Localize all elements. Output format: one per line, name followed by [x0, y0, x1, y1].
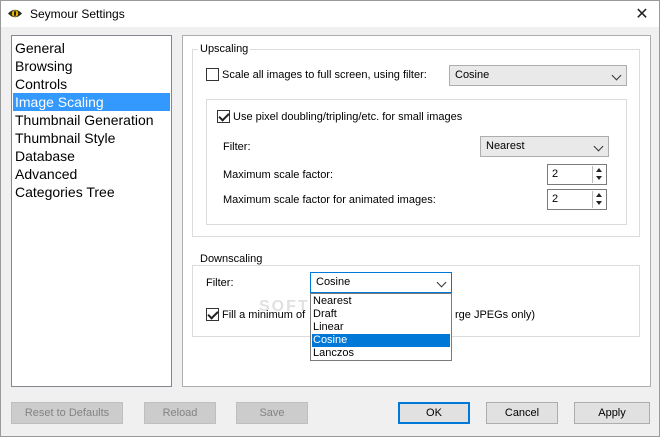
chevron-down-icon	[611, 70, 622, 81]
downscaling-group-title: Downscaling	[198, 253, 265, 265]
stepper-up-icon[interactable]	[593, 166, 605, 174]
chevron-down-icon	[593, 141, 604, 152]
stepper-buttons	[592, 166, 605, 183]
chevron-down-icon	[436, 277, 447, 288]
dropdown-option-lanczos[interactable]: Lanczos	[312, 347, 450, 360]
downscaling-filter-select[interactable]: Cosine	[310, 272, 452, 293]
downscaling-filter-dropdown[interactable]: Nearest Draft Linear Cosine Lanczos	[310, 293, 452, 361]
pixel-filter-label: Filter:	[223, 141, 251, 153]
settings-window: Seymour Settings ✕ General Browsing Cont…	[0, 0, 660, 437]
dropdown-option-nearest[interactable]: Nearest	[312, 295, 450, 308]
upscaling-filter-select[interactable]: Cosine	[449, 65, 627, 86]
sidebar-item-controls[interactable]: Controls	[13, 75, 170, 93]
max-scale-animated-stepper[interactable]: 2	[547, 189, 607, 210]
apply-button[interactable]: Apply	[574, 402, 650, 424]
scale-all-label: Scale all images to full screen, using f…	[222, 69, 427, 81]
dropdown-option-draft[interactable]: Draft	[312, 308, 450, 321]
max-scale-label: Maximum scale factor:	[223, 169, 334, 181]
pixel-filter-value: Nearest	[486, 140, 525, 152]
sidebar-item-browsing[interactable]: Browsing	[13, 57, 170, 75]
downscaling-filter-value: Cosine	[316, 276, 351, 288]
stepper-down-icon[interactable]	[593, 174, 605, 182]
save-button[interactable]: Save	[236, 402, 308, 424]
stepper-up-icon[interactable]	[593, 191, 605, 199]
fill-minimum-checkbox[interactable]	[206, 308, 219, 321]
close-icon[interactable]: ✕	[625, 1, 659, 27]
fill-minimum-label-end: rge JPEGs only)	[455, 309, 536, 321]
pixel-doubling-checkbox[interactable]	[217, 110, 230, 123]
dropdown-option-cosine[interactable]: Cosine	[312, 334, 450, 347]
dropdown-option-linear[interactable]: Linear	[312, 321, 450, 334]
max-scale-animated-value: 2	[552, 193, 559, 205]
reload-button[interactable]: Reload	[144, 402, 216, 424]
settings-category-list[interactable]: General Browsing Controls Image Scaling …	[11, 35, 172, 387]
max-scale-value: 2	[552, 168, 559, 180]
reset-defaults-button[interactable]: Reset to Defaults	[11, 402, 123, 424]
upscaling-filter-value: Cosine	[455, 69, 490, 81]
sidebar-item-categories-tree[interactable]: Categories Tree	[13, 183, 170, 201]
pixel-filter-select[interactable]: Nearest	[480, 136, 609, 157]
sidebar-item-advanced[interactable]: Advanced	[13, 165, 170, 183]
max-scale-stepper[interactable]: 2	[547, 164, 607, 185]
stepper-buttons	[592, 191, 605, 208]
sidebar-item-general[interactable]: General	[13, 39, 170, 57]
cancel-button[interactable]: Cancel	[486, 402, 558, 424]
title-bar: Seymour Settings ✕	[1, 1, 659, 27]
pixel-doubling-label: Use pixel doubling/tripling/etc. for sma…	[233, 111, 463, 123]
max-scale-animated-label: Maximum scale factor for animated images…	[223, 194, 436, 206]
downscaling-filter-label: Filter:	[206, 277, 234, 289]
sidebar-item-image-scaling[interactable]: Image Scaling	[13, 93, 170, 111]
ok-button[interactable]: OK	[398, 402, 470, 424]
sidebar-item-thumbnail-generation[interactable]: Thumbnail Generation	[13, 111, 170, 129]
window-title: Seymour Settings	[30, 7, 125, 21]
sidebar-item-database[interactable]: Database	[13, 147, 170, 165]
sidebar-item-thumbnail-style[interactable]: Thumbnail Style	[13, 129, 170, 147]
scale-all-checkbox[interactable]	[206, 68, 219, 81]
eye-icon	[8, 9, 22, 18]
upscaling-group-title: Upscaling	[198, 43, 251, 55]
stepper-down-icon[interactable]	[593, 199, 605, 207]
